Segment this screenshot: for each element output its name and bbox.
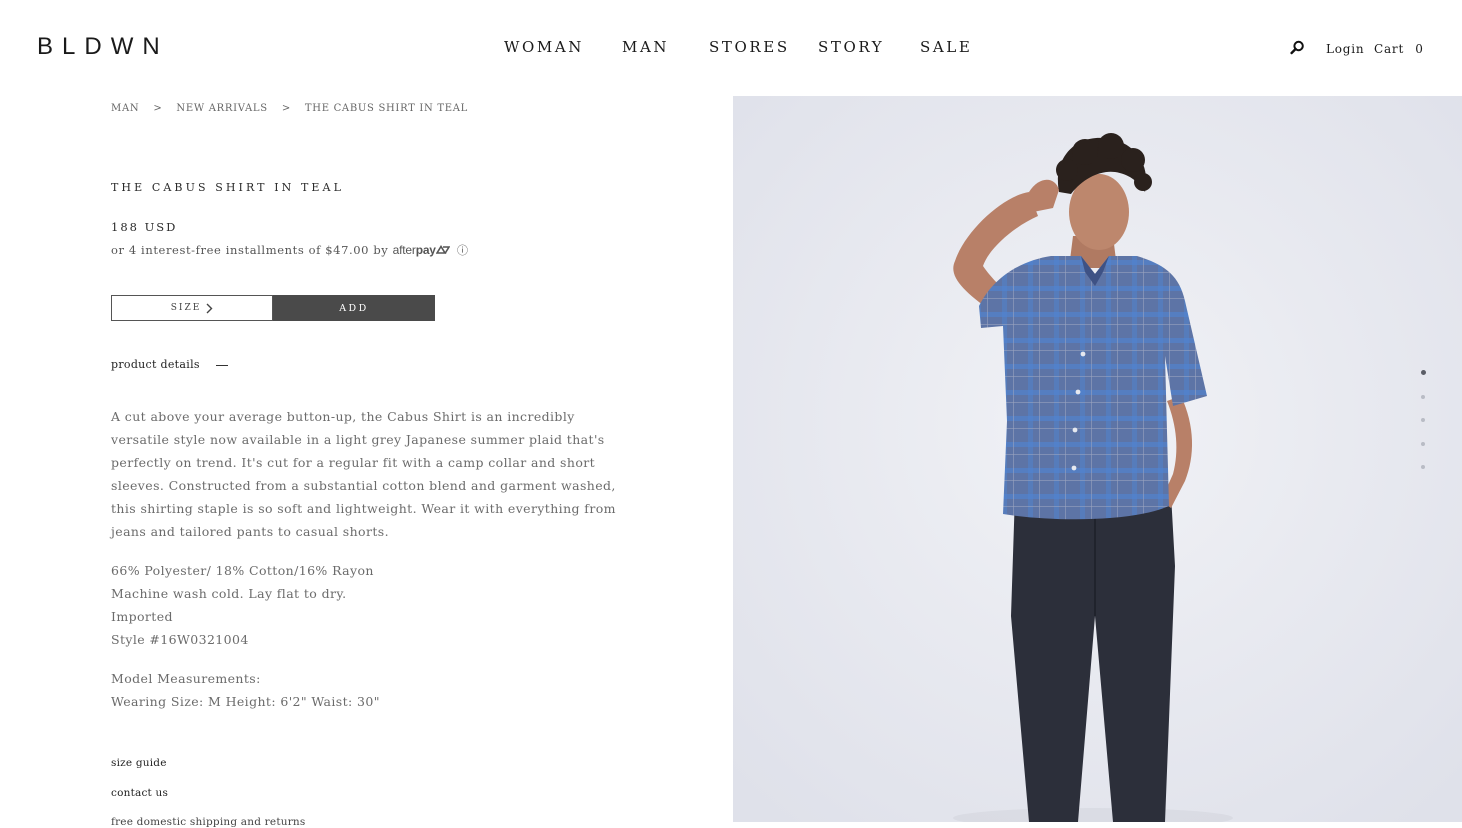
gallery-dot-4[interactable] bbox=[1421, 441, 1425, 446]
model-heading: Model Measurements: bbox=[111, 671, 261, 686]
search-button[interactable] bbox=[1290, 40, 1305, 60]
nav-stores[interactable]: STORES bbox=[709, 37, 790, 57]
size-guide-link[interactable]: size guide bbox=[111, 757, 167, 769]
breadcrumb-new-arrivals[interactable]: NEW ARRIVALS bbox=[176, 103, 267, 114]
spec-composition: 66% Polyester/ 18% Cotton/16% Rayon bbox=[111, 563, 374, 578]
contact-us-link[interactable]: contact us bbox=[111, 787, 168, 799]
collapse-dash-icon bbox=[215, 364, 228, 366]
breadcrumb-separator: > bbox=[281, 103, 291, 114]
product-specs: 66% Polyester/ 18% Cotton/16% Rayon Mach… bbox=[111, 559, 611, 651]
installments-text: or 4 interest-free installments of $47.0… bbox=[111, 243, 389, 257]
size-label: SIZE bbox=[170, 303, 202, 313]
main-nav: WOMAN MAN STORES STORY SALE bbox=[0, 37, 1462, 59]
gallery-dot-5[interactable] bbox=[1421, 465, 1425, 469]
installments-note: or 4 interest-free installments of $47.0… bbox=[111, 242, 469, 258]
product-image[interactable] bbox=[733, 96, 1462, 822]
product-description: A cut above your average button-up, the … bbox=[111, 409, 616, 539]
nav-sale[interactable]: SALE bbox=[920, 37, 972, 57]
spec-style-number: Style #16W0321004 bbox=[111, 632, 249, 647]
nav-story[interactable]: STORY bbox=[818, 37, 884, 57]
login-link[interactable]: Login bbox=[1326, 38, 1364, 58]
login-label: Login bbox=[1326, 42, 1365, 56]
breadcrumb-separator: > bbox=[153, 103, 163, 114]
breadcrumb: MAN > NEW ARRIVALS > THE CABUS SHIRT IN TEAL bbox=[111, 103, 468, 114]
breadcrumb-current: THE CABUS SHIRT IN TEAL bbox=[304, 103, 468, 114]
gallery-pagination bbox=[1420, 370, 1429, 489]
afterpay-arrows-icon bbox=[435, 244, 451, 254]
model-photo-illustration bbox=[733, 96, 1462, 822]
product-title: THE CABUS SHIRT IN TEAL bbox=[111, 181, 344, 194]
cart-link[interactable]: Cart 0 bbox=[1374, 38, 1424, 58]
spec-care: Machine wash cold. Lay flat to dry. bbox=[111, 586, 347, 601]
product-details-label: product details bbox=[111, 358, 200, 371]
afterpay-logo: afterpay bbox=[392, 243, 436, 257]
nav-man[interactable]: MAN bbox=[622, 37, 669, 57]
model-measurements: Model Measurements: Wearing Size: M Heig… bbox=[111, 667, 611, 713]
search-icon bbox=[1290, 40, 1304, 55]
cart-label: Cart bbox=[1374, 42, 1405, 56]
shipping-link[interactable]: free domestic shipping and returns bbox=[111, 816, 305, 828]
add-to-cart-button[interactable]: ADD bbox=[273, 295, 435, 321]
chevron-right-icon bbox=[206, 303, 213, 313]
product-details-toggle[interactable]: product details bbox=[111, 358, 228, 371]
gallery-dot-3[interactable] bbox=[1421, 418, 1425, 422]
gallery-dot-1[interactable] bbox=[1420, 370, 1426, 375]
product-price: 188 USD bbox=[111, 220, 178, 234]
size-selector[interactable]: SIZE bbox=[111, 295, 273, 321]
breadcrumb-man[interactable]: MAN bbox=[111, 103, 139, 114]
model-values: Wearing Size: M Height: 6'2" Waist: 30" bbox=[111, 694, 380, 709]
gallery-dot-2[interactable] bbox=[1421, 394, 1425, 399]
spec-origin: Imported bbox=[111, 609, 173, 624]
nav-woman[interactable]: WOMAN bbox=[504, 37, 584, 57]
info-icon[interactable]: ⓘ bbox=[457, 244, 469, 257]
cart-count: 0 bbox=[1415, 42, 1424, 56]
